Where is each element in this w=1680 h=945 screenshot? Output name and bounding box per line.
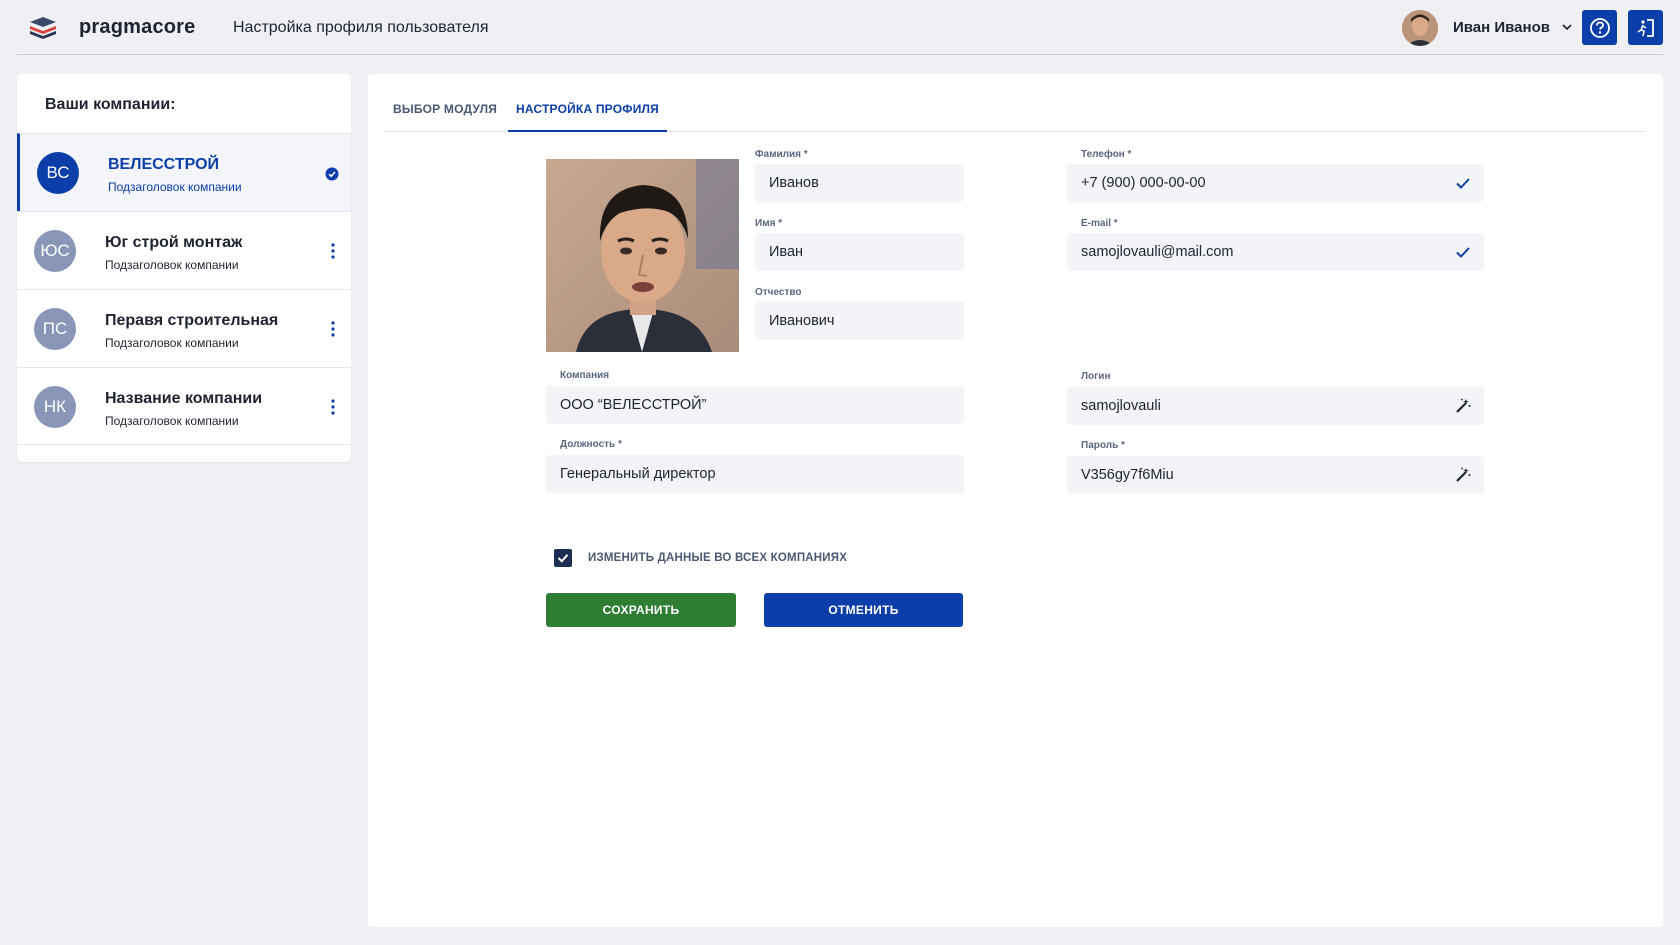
- checkmark-icon: [557, 554, 569, 563]
- help-icon: [1589, 17, 1610, 38]
- save-button[interactable]: СОХРАНИТЬ: [546, 593, 736, 627]
- position-label: Должность *: [560, 439, 622, 450]
- company-avatar: ВС: [37, 152, 79, 194]
- chevron-down-icon[interactable]: [1560, 20, 1574, 34]
- more-vertical-icon[interactable]: [329, 320, 337, 338]
- middle-name-field[interactable]: Иванович: [755, 302, 964, 340]
- check-icon: [1456, 247, 1470, 258]
- middle-name-label: Отчество: [755, 287, 802, 298]
- company-item-yug-stroy[interactable]: ЮС Юг строй монтаж Подзаголовок компании: [17, 211, 351, 289]
- last-name-label: Фамилия *: [755, 149, 808, 160]
- company-name: Юг строй монтаж: [105, 234, 243, 251]
- password-value: V356gy7f6Miu: [1081, 467, 1174, 483]
- company-name: Перавя строительная: [105, 312, 279, 329]
- company-subtitle: Подзаголовок компании: [105, 258, 239, 272]
- phone-field[interactable]: +7 (900) 000-00-00: [1067, 164, 1484, 202]
- sidebar-title: Ваши компании:: [45, 96, 176, 113]
- page-title: Настройка профиля пользователя: [233, 19, 489, 36]
- company-name: ВЕЛЕССТРОЙ: [108, 156, 220, 173]
- check-icon: [1456, 178, 1470, 189]
- position-field[interactable]: Генеральный директор: [546, 455, 964, 493]
- first-name-field[interactable]: Иван: [755, 233, 964, 271]
- logout-icon: [1637, 18, 1654, 37]
- password-label: Пароль *: [1081, 440, 1125, 451]
- profile-panel: ВЫБОР МОДУЛЯ НАСТРОЙКА ПРОФИЛЯ Фамилия *…: [368, 74, 1663, 927]
- password-field[interactable]: V356gy7f6Miu: [1067, 456, 1484, 494]
- pragmacore-logo-icon[interactable]: [28, 16, 58, 40]
- company-subtitle: Подзаголовок компании: [108, 180, 242, 194]
- phone-label: Телефон *: [1081, 149, 1132, 160]
- company-avatar: ЮС: [34, 230, 76, 272]
- companies-sidebar: Ваши компании: ВС ВЕЛЕССТРОЙ Подзаголово…: [17, 74, 351, 462]
- brand-name[interactable]: pragmacore: [79, 16, 196, 39]
- apply-all-checkbox[interactable]: [554, 549, 572, 567]
- login-field[interactable]: samojlovauli: [1067, 387, 1484, 425]
- magic-wand-icon[interactable]: [1454, 466, 1472, 484]
- tab-module-select[interactable]: ВЫБОР МОДУЛЯ: [385, 92, 505, 132]
- company-item-pervaya[interactable]: ПС Перавя строительная Подзаголовок комп…: [17, 289, 351, 367]
- profile-photo[interactable]: [546, 159, 739, 352]
- help-button[interactable]: [1582, 10, 1617, 45]
- email-field[interactable]: samojlovauli@mail.com: [1067, 233, 1484, 271]
- logout-button[interactable]: [1628, 10, 1663, 45]
- company-field[interactable]: ООО “ВЕЛЕССТРОЙ”: [546, 386, 964, 424]
- login-value: samojlovauli: [1081, 398, 1161, 414]
- last-name-field[interactable]: Иванов: [755, 164, 964, 202]
- company-item-velesstroy[interactable]: ВС ВЕЛЕССТРОЙ Подзаголовок компании: [17, 133, 351, 211]
- phone-value: +7 (900) 000-00-00: [1081, 175, 1206, 191]
- company-subtitle: Подзаголовок компании: [105, 414, 239, 428]
- magic-wand-icon[interactable]: [1454, 397, 1472, 415]
- company-item-nazvanie[interactable]: НК Название компании Подзаголовок компан…: [17, 367, 351, 445]
- app-header: pragmacore Настройка профиля пользовател…: [17, 0, 1663, 55]
- email-value: samojlovauli@mail.com: [1081, 244, 1234, 260]
- login-label: Логин: [1081, 371, 1111, 382]
- cancel-button[interactable]: ОТМЕНИТЬ: [764, 593, 963, 627]
- tab-profile-settings[interactable]: НАСТРОЙКА ПРОФИЛЯ: [508, 92, 667, 132]
- email-label: E-mail *: [1081, 218, 1118, 229]
- company-subtitle: Подзаголовок компании: [105, 336, 239, 350]
- verified-check-icon: [325, 167, 339, 181]
- user-name[interactable]: Иван Иванов: [1453, 19, 1550, 36]
- apply-all-label[interactable]: ИЗМЕНИТЬ ДАННЫЕ ВО ВСЕХ КОМПАНИЯХ: [588, 552, 847, 564]
- more-vertical-icon[interactable]: [329, 398, 337, 416]
- first-name-label: Имя *: [755, 218, 783, 229]
- company-avatar: ПС: [34, 308, 76, 350]
- more-vertical-icon[interactable]: [329, 242, 337, 260]
- profile-photo-icon: [546, 159, 739, 352]
- tab-bar: ВЫБОР МОДУЛЯ НАСТРОЙКА ПРОФИЛЯ: [385, 92, 1646, 132]
- company-avatar: НК: [34, 386, 76, 428]
- company-name: Название компании: [105, 390, 263, 407]
- user-photo-icon: [1402, 10, 1438, 46]
- company-label: Компания: [560, 370, 610, 381]
- user-avatar[interactable]: [1402, 10, 1438, 46]
